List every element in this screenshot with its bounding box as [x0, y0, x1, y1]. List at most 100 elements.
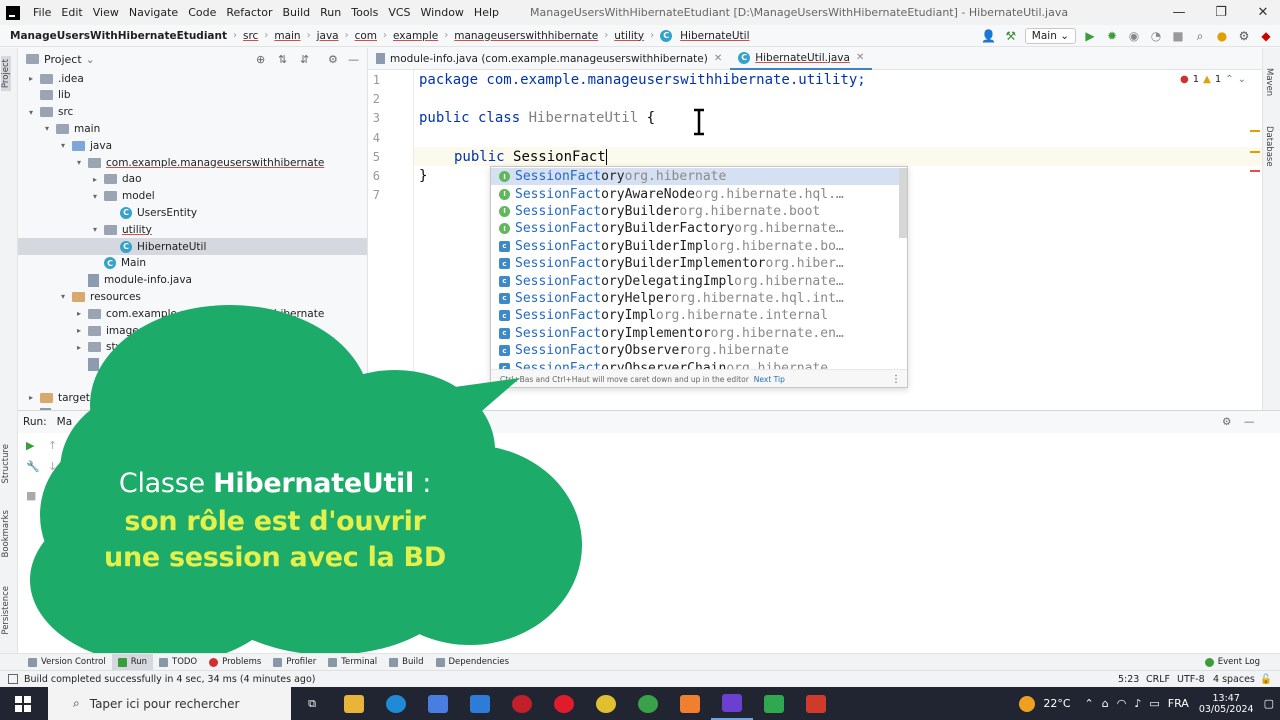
menu-navigate[interactable]: Navigate [124, 6, 183, 19]
expand-all-icon[interactable]: ⇅ [278, 53, 287, 66]
breadcrumb-project[interactable]: ManageUsersWithHibernateEtudiant [0, 30, 230, 42]
database-stripe-button[interactable]: Database [1264, 126, 1274, 167]
app-red-icon[interactable] [501, 687, 543, 720]
chevron-down-icon[interactable]: ▾ [74, 158, 84, 167]
completion-item[interactable]: I SessionFact oryAwareNode org.hibernate.h… [491, 185, 899, 202]
chevron-down-icon[interactable]: ▾ [58, 141, 68, 150]
menu-run[interactable]: Run [315, 6, 346, 19]
network-icon[interactable]: ⌂ [1102, 697, 1109, 710]
menu-tools[interactable]: Tools [346, 6, 383, 19]
layout-toggle-icon[interactable] [8, 674, 18, 684]
completion-item[interactable]: c SessionFact oryImplementor org.hibernate… [491, 325, 899, 342]
tree-item[interactable] [18, 372, 367, 389]
wrench-icon[interactable]: 🔧 [26, 460, 40, 473]
completion-item[interactable]: I SessionFact oryBuilder org.hibernate.boo… [491, 203, 899, 220]
arrow-down-icon[interactable]: ↓ [48, 460, 57, 473]
breadcrumb-main[interactable]: main [271, 30, 303, 42]
battery-icon[interactable]: ▭ [1149, 697, 1159, 710]
store-icon[interactable] [417, 687, 459, 720]
run-button[interactable]: Run [111, 653, 153, 671]
breadcrumb-com[interactable]: com [352, 30, 380, 42]
run-config-select[interactable]: Main ⌄ [1024, 28, 1076, 44]
problems-button[interactable]: Problems [203, 654, 267, 671]
tab-module-info[interactable]: module-info.java (com.example.manageuser… [368, 48, 730, 70]
more-options-icon[interactable]: ⋮ [891, 374, 901, 385]
profile-icon[interactable]: ◔ [1148, 28, 1164, 44]
jetbrains-icon[interactable]: ◆ [1258, 28, 1274, 44]
tree-item[interactable]: ▸ dao [18, 171, 367, 188]
tree-item[interactable]: ▾ main [18, 120, 367, 137]
rerun-icon[interactable]: ▶ [26, 439, 34, 452]
next-tip-link[interactable]: Next Tip [754, 375, 785, 384]
indent-setting[interactable]: 4 spaces [1213, 674, 1255, 685]
chevron-right-icon[interactable]: ▸ [90, 175, 100, 184]
close-tab-icon[interactable]: ✕ [714, 53, 722, 64]
update-icon[interactable]: ● [1214, 28, 1230, 44]
hammer-build-icon[interactable]: ⚒ [1003, 28, 1019, 44]
tree-item[interactable]: ▸ target [18, 389, 367, 406]
chevron-right-icon[interactable]: ▸ [26, 393, 36, 402]
tree-item[interactable]: ▾ java [18, 137, 367, 154]
menu-file[interactable]: File [28, 6, 56, 19]
search-icon[interactable]: ⌕ [1192, 28, 1208, 44]
gear-icon[interactable]: ⚙ [328, 53, 338, 66]
tree-item[interactable] [18, 356, 367, 373]
persistence-stripe-button[interactable]: Persistence [1, 586, 11, 635]
chevron-right-icon[interactable]: ▸ [74, 343, 84, 352]
completion-item[interactable]: c SessionFact oryObserver org.hibernate [491, 342, 899, 359]
stop-icon[interactable]: ■ [26, 489, 36, 502]
tree-item[interactable]: lib [18, 87, 367, 104]
temperature[interactable]: 22°C [1043, 697, 1070, 710]
breadcrumb-utility[interactable]: utility [611, 30, 647, 42]
menu-window[interactable]: Window [416, 6, 469, 19]
tree-item[interactable]: ▸ images [18, 322, 367, 339]
terminal-button[interactable]: Terminal [322, 654, 383, 671]
tree-item[interactable]: ▸ .idea [18, 70, 367, 87]
notifications-icon[interactable]: ▢ [1264, 697, 1274, 710]
breadcrumb-example[interactable]: example [390, 30, 441, 42]
tree-item[interactable]: C HibernateUtil [18, 238, 367, 255]
line-separator[interactable]: CRLF [1146, 674, 1170, 685]
build-button[interactable]: Build [383, 654, 429, 671]
weather-icon[interactable] [1019, 695, 1036, 712]
chevron-down-icon[interactable]: ▾ [42, 124, 52, 133]
tree-item[interactable]: ▾ utility [18, 221, 367, 238]
stop-icon[interactable]: ■ [1170, 28, 1186, 44]
user-icon[interactable]: 👤 [981, 28, 997, 44]
minimize-icon[interactable]: — [1162, 0, 1196, 25]
tab-hibernateutil[interactable]: C HibernateUtil.java ✕ [730, 48, 873, 70]
version-control-button[interactable]: Version Control [22, 654, 112, 671]
hide-icon[interactable]: — [348, 53, 359, 66]
project-pane-title[interactable]: Project [44, 53, 82, 66]
completion-item[interactable]: c SessionFact oryDelegatingImpl org.hibern… [491, 272, 899, 289]
tree-item[interactable]: C UsersEntity [18, 204, 367, 221]
warning-stripe-mark[interactable] [1250, 151, 1260, 153]
file-encoding[interactable]: UTF-8 [1177, 674, 1205, 685]
profiler-button[interactable]: Profiler [267, 654, 322, 671]
volume-icon[interactable]: ♪ [1134, 697, 1141, 710]
caret-position[interactable]: 5:23 [1118, 674, 1139, 685]
completion-item[interactable]: c SessionFact oryHelper org.hibernate.hql.… [491, 290, 899, 307]
edge-icon[interactable] [375, 687, 417, 720]
run-tab[interactable]: Ma [57, 416, 73, 428]
settings-icon[interactable]: ⚙ [1236, 28, 1252, 44]
project-stripe-button[interactable]: Project [1, 56, 11, 92]
task-view-icon[interactable]: ⧉ [291, 687, 333, 720]
chevron-up-icon[interactable]: ⌃ [1085, 697, 1094, 710]
maven-stripe-button[interactable]: Maven [1264, 68, 1274, 96]
tree-item[interactable]: ▸ styl [18, 339, 367, 356]
chevron-down-icon[interactable]: ▾ [58, 292, 68, 301]
debug-icon[interactable]: ✹ [1104, 28, 1120, 44]
popup-scrollbar[interactable] [899, 168, 907, 238]
event-log-button[interactable]: Event Log [1199, 654, 1266, 671]
intellij-taskbar-icon[interactable] [711, 687, 753, 720]
tree-item[interactable]: ▾ model [18, 188, 367, 205]
chrome-icon[interactable] [585, 687, 627, 720]
menu-view[interactable]: View [88, 6, 124, 19]
file-explorer-icon[interactable] [333, 687, 375, 720]
tree-item[interactable]: module-info.java [18, 272, 367, 289]
locate-icon[interactable]: ⊕ [256, 53, 265, 66]
structure-stripe-button[interactable]: Structure [1, 444, 11, 484]
close-icon[interactable]: ✕ [1246, 0, 1280, 25]
menu-build[interactable]: Build [278, 6, 316, 19]
